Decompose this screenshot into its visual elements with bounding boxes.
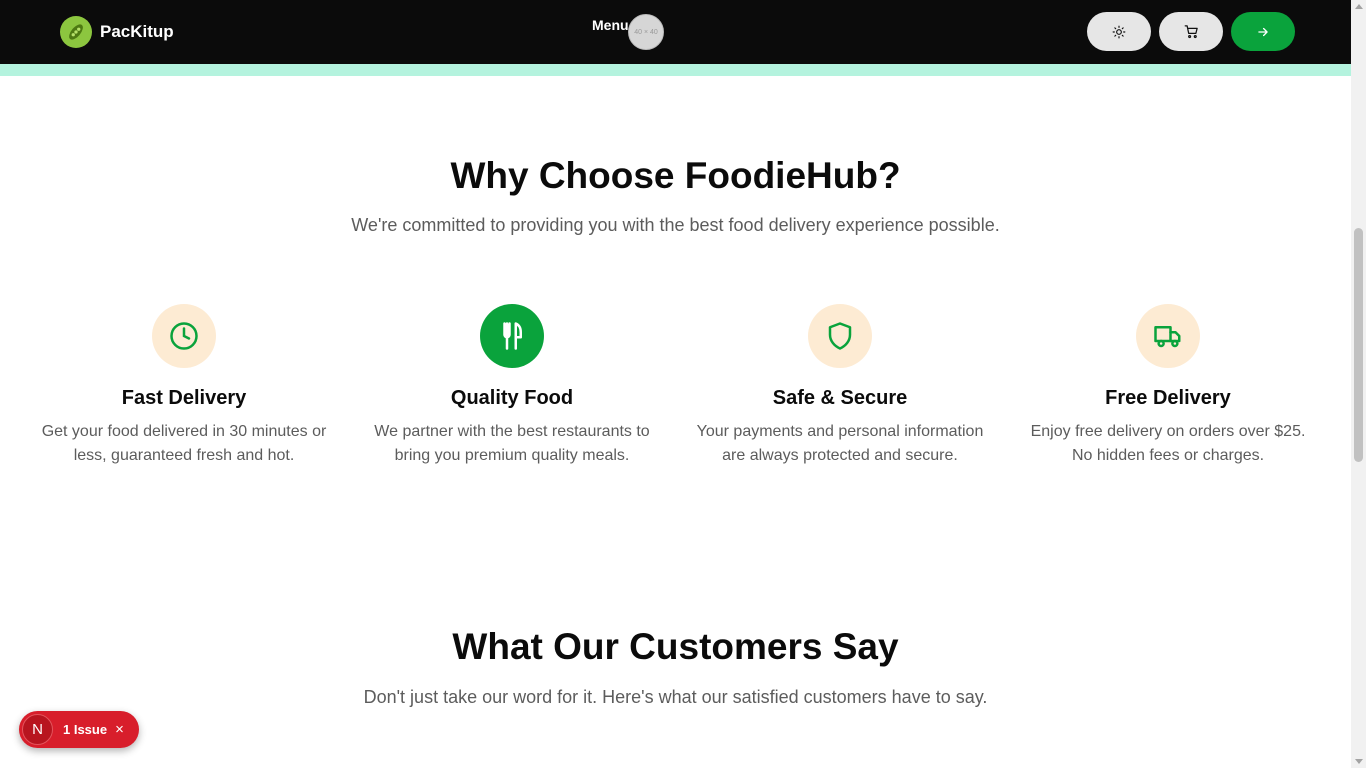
scroll-up-icon[interactable] bbox=[1355, 4, 1363, 9]
menu-link[interactable]: Menu bbox=[592, 17, 629, 33]
shield-icon bbox=[808, 304, 872, 368]
truck-icon bbox=[1136, 304, 1200, 368]
feature-card: Free Delivery Enjoy free delivery on ord… bbox=[1018, 304, 1318, 468]
feature-description: Enjoy free delivery on orders over $25. … bbox=[1018, 420, 1318, 468]
nextjs-logo-icon: N bbox=[22, 714, 53, 745]
hero-accent-strip bbox=[0, 64, 1351, 76]
feature-description-line: Enjoy free delivery on orders over $25. bbox=[1030, 423, 1306, 440]
feature-title: Free Delivery bbox=[1105, 387, 1231, 409]
feature-description: Get your food delivered in 30 minutes or… bbox=[34, 420, 334, 468]
pea-pod-icon bbox=[60, 16, 92, 48]
feature-title: Fast Delivery bbox=[121, 387, 247, 409]
feature-description: We partner with the best restaurants to … bbox=[362, 420, 662, 468]
scroll-down-icon[interactable] bbox=[1355, 759, 1363, 764]
testimonials-title: What Our Customers Say bbox=[452, 626, 899, 667]
theme-toggle-button[interactable] bbox=[1087, 12, 1151, 51]
feature-description-line: are always protected and secure. bbox=[722, 447, 958, 464]
page-scrollbar[interactable] bbox=[1351, 0, 1366, 768]
cart-button[interactable] bbox=[1159, 12, 1223, 51]
menu-placeholder-image: 40 × 40 bbox=[628, 14, 664, 50]
clock-icon bbox=[152, 304, 216, 368]
feature-description: Your payments and personal information a… bbox=[690, 420, 990, 468]
brand-name: PacKitup bbox=[100, 22, 174, 41]
cart-icon bbox=[1184, 25, 1198, 39]
proceed-button[interactable] bbox=[1231, 12, 1295, 51]
feature-description-line: Get your food delivered in 30 minutes or bbox=[41, 423, 327, 440]
feature-title: Safe & Secure bbox=[772, 387, 908, 409]
navbar: PacKitup Menu 40 × 40 bbox=[0, 0, 1351, 64]
why-choose-title: Why Choose FoodieHub? bbox=[450, 155, 901, 196]
feature-card: Quality Food We partner with the best re… bbox=[362, 304, 662, 468]
feature-description-line: less, guaranteed fresh and hot. bbox=[73, 447, 295, 464]
testimonials-subtitle: Don't just take our word for it. Here's … bbox=[363, 687, 988, 707]
feature-description-line: We partner with the best restaurants to bbox=[374, 423, 650, 440]
feature-description-line: No hidden fees or charges. bbox=[1071, 447, 1265, 464]
utensils-icon bbox=[480, 304, 544, 368]
issue-count-label[interactable]: 1 Issue bbox=[63, 722, 107, 737]
feature-card: Safe & Secure Your payments and personal… bbox=[690, 304, 990, 468]
brand-logo[interactable]: PacKitup bbox=[60, 16, 174, 48]
feature-description-line: bring you premium quality meals. bbox=[394, 447, 630, 464]
dev-issue-indicator[interactable]: N 1 Issue × bbox=[19, 711, 139, 748]
sun-icon bbox=[1112, 25, 1126, 38]
arrow-right-icon bbox=[1258, 27, 1268, 36]
why-choose-subtitle: We're committed to providing you with th… bbox=[351, 215, 1000, 235]
feature-description-line: Your payments and personal information bbox=[696, 423, 984, 440]
scrollbar-thumb[interactable] bbox=[1354, 228, 1363, 462]
feature-card: Fast Delivery Get your food delivered in… bbox=[34, 304, 334, 468]
feature-title: Quality Food bbox=[450, 387, 574, 409]
close-icon[interactable]: × bbox=[115, 721, 124, 738]
